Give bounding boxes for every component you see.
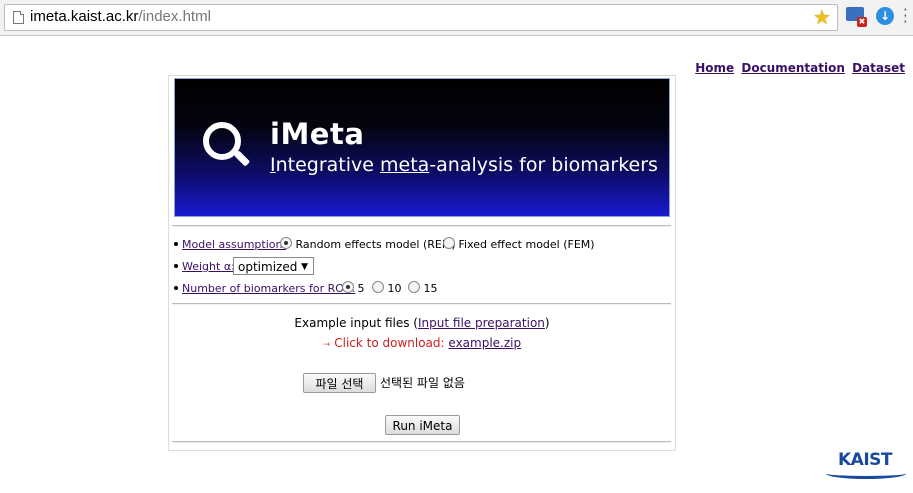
input-file-preparation-link[interactable]: Input file preparation	[418, 316, 545, 330]
kaist-logo: KAIST	[826, 450, 907, 479]
top-nav: Home Documentation Dataset	[692, 61, 905, 75]
menu-icon[interactable]: · · ·	[903, 3, 908, 30]
fem-label: Fixed effect model (FEM)	[458, 238, 595, 251]
roc-10-radio[interactable]	[372, 281, 384, 293]
example-zip-link[interactable]: example.zip	[448, 336, 521, 350]
magnifier-handle	[233, 150, 251, 167]
banner-title: iMeta	[270, 117, 365, 151]
browser-toolbar: imeta.kaist.ac.kr/index.html ★ ✖ ↓ · · ·	[0, 0, 913, 36]
dropdown-arrow-icon: ▼	[301, 262, 308, 272]
kaist-logo-text: KAIST	[838, 450, 893, 470]
weight-link[interactable]: Weight α:	[182, 260, 235, 273]
fem-radio[interactable]	[443, 237, 455, 249]
subtitle-part-2: ntegrative	[275, 154, 381, 176]
address-bar[interactable]: imeta.kaist.ac.kr/index.html ★	[4, 4, 838, 31]
roc-10-radio-item[interactable]: 10	[372, 281, 402, 295]
page-icon	[13, 11, 24, 24]
arrow-right-icon: →	[322, 340, 331, 350]
url-path: /index.html	[138, 8, 211, 25]
weight-select[interactable]: optimized ▼	[233, 257, 314, 275]
download-text: Click to download:	[334, 336, 445, 350]
download-line: → Click to download: example.zip	[169, 336, 675, 350]
subtitle-part-4: -analysis for biomarkers	[429, 154, 658, 176]
fem-radio-item[interactable]: Fixed effect model (FEM)	[443, 237, 595, 251]
rem-radio-item[interactable]: Random effects model (REM)	[280, 237, 456, 251]
roc-5-label: 5	[357, 282, 365, 295]
weight-select-value: optimized	[238, 260, 298, 274]
bullet	[174, 264, 178, 268]
url-text: imeta.kaist.ac.kr/index.html	[30, 8, 211, 25]
imeta-banner: iMeta Integrative meta-analysis for biom…	[174, 78, 670, 217]
model-assumption-link[interactable]: Model assumption:	[182, 238, 286, 251]
roc-5-radio[interactable]	[342, 281, 354, 293]
divider	[172, 303, 671, 305]
url-host: imeta.kaist.ac.kr	[30, 8, 139, 25]
roc-15-radio[interactable]	[408, 281, 420, 293]
bullet	[174, 242, 178, 246]
example-files-line: Example input files (Input file preparat…	[169, 316, 675, 330]
roc-link[interactable]: Number of biomarkers for ROC:	[182, 282, 355, 295]
bookmark-star-icon[interactable]: ★	[813, 6, 831, 28]
banner-subtitle: Integrative meta-analysis for biomarkers	[270, 154, 658, 176]
weight-option-row: Weight α: optimized ▼	[169, 257, 675, 278]
extension-badge-icon: ✖	[857, 17, 867, 27]
rem-label: Random effects model (REM)	[295, 238, 456, 251]
roc-15-radio-item[interactable]: 15	[408, 281, 438, 295]
nav-dataset-link[interactable]: Dataset	[852, 61, 905, 75]
example-prefix: Example input files (	[294, 316, 418, 330]
download-icon[interactable]: ↓	[876, 7, 894, 25]
divider	[172, 225, 671, 227]
model-option-row: Model assumption: Random effects model (…	[169, 236, 675, 256]
roc-10-label: 10	[387, 282, 402, 295]
run-imeta-button[interactable]: Run iMeta	[385, 415, 460, 435]
example-suffix: )	[544, 316, 550, 330]
divider	[172, 441, 671, 443]
roc-15-label: 15	[423, 282, 438, 295]
kaist-swoosh	[826, 468, 906, 479]
main-panel: iMeta Integrative meta-analysis for biom…	[168, 75, 676, 451]
nav-documentation-link[interactable]: Documentation	[741, 61, 845, 75]
subtitle-part-3: meta	[380, 154, 430, 176]
choose-file-button[interactable]: 파일 선택	[303, 373, 376, 393]
no-file-status: 선택된 파일 없음	[380, 376, 465, 390]
bullet	[174, 286, 178, 290]
rem-radio[interactable]	[280, 237, 292, 249]
nav-home-link[interactable]: Home	[695, 61, 734, 75]
roc-5-radio-item[interactable]: 5	[342, 281, 365, 295]
roc-option-row: Number of biomarkers for ROC: 5 10 15	[169, 280, 675, 300]
